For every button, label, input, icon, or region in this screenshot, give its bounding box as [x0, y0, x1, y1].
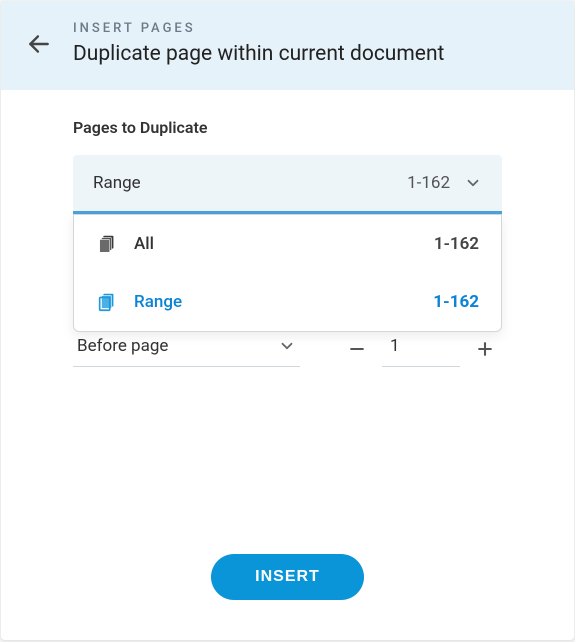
insert-button[interactable]: INSERT: [211, 554, 364, 600]
dropdown-item-value: 1-162: [434, 234, 479, 254]
pages-all-icon: [96, 233, 118, 255]
range-select-label: Range: [93, 173, 141, 193]
minus-icon: [347, 339, 367, 359]
dropdown-item-all[interactable]: All 1-162: [74, 215, 501, 273]
dropdown-item-value: 1-162: [433, 292, 479, 312]
increment-button[interactable]: [468, 332, 502, 366]
dropdown-item-label: Range: [134, 292, 182, 312]
back-button[interactable]: [25, 30, 53, 58]
placement-row: Before page: [73, 330, 502, 367]
section-label: Pages to Duplicate: [73, 118, 502, 137]
pages-range-icon: [96, 291, 118, 313]
range-select-right: 1-162: [407, 173, 482, 193]
placement-label: Before page: [77, 336, 168, 356]
chevron-down-icon: [278, 337, 296, 355]
page-number-input[interactable]: [382, 330, 460, 367]
arrow-left-icon: [26, 31, 52, 57]
dialog-content: Pages to Duplicate Range 1-162 All: [1, 90, 574, 524]
placement-select[interactable]: Before page: [73, 330, 300, 367]
dialog-footer: INSERT: [1, 524, 574, 640]
range-select[interactable]: Range 1-162: [73, 155, 502, 214]
dropdown-item-label: All: [134, 234, 154, 254]
dialog-header: INSERT PAGES Duplicate page within curre…: [1, 1, 574, 90]
chevron-down-icon: [464, 174, 482, 192]
plus-icon: [475, 339, 495, 359]
dropdown-item-range[interactable]: Range 1-162: [74, 273, 501, 331]
header-title: Duplicate page within current document: [73, 42, 444, 66]
header-text: INSERT PAGES Duplicate page within curre…: [73, 21, 444, 66]
page-stepper: [340, 330, 502, 367]
insert-pages-dialog: INSERT PAGES Duplicate page within curre…: [1, 1, 574, 640]
range-dropdown: All 1-162 Range 1-162: [73, 214, 502, 332]
range-select-value: 1-162: [407, 173, 450, 193]
header-eyebrow: INSERT PAGES: [73, 21, 444, 36]
decrement-button[interactable]: [340, 332, 374, 366]
